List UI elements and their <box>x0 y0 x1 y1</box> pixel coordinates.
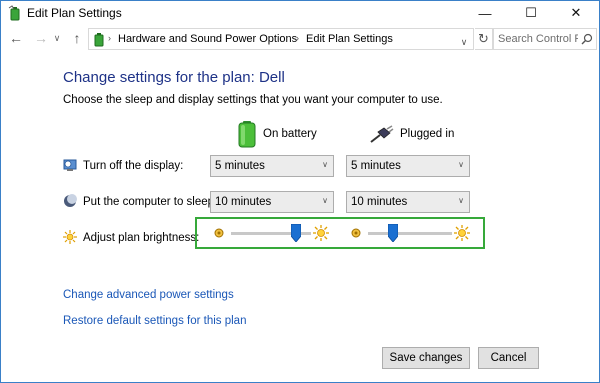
sleep-label: Put the computer to sleep: <box>83 196 218 208</box>
chevron-down-icon: ∨ <box>322 160 328 169</box>
title-bar: Edit Plan Settings — ☐ ✕ <box>1 1 599 25</box>
recent-locations-button[interactable]: ∨ <box>51 29 63 47</box>
page-description: Choose the sleep and display settings th… <box>63 94 443 106</box>
search-input[interactable]: Search Control P... <box>498 33 578 45</box>
back-button[interactable]: ← <box>7 29 25 47</box>
maximize-button[interactable]: ☐ <box>508 1 554 25</box>
forward-button[interactable]: → <box>32 29 50 47</box>
brightness-label: Adjust plan brightness: <box>83 232 200 244</box>
monitor-clock-icon <box>63 159 77 171</box>
restore-defaults-link[interactable]: Restore default settings for this plan <box>63 315 246 327</box>
slider-thumb[interactable] <box>290 224 301 242</box>
chevron-down-icon: ∨ <box>458 160 464 169</box>
breadcrumb-separator: › <box>296 33 299 43</box>
cancel-button[interactable]: Cancel <box>478 347 539 369</box>
battery-icon <box>238 121 256 148</box>
up-button[interactable]: ↑ <box>68 29 86 47</box>
address-dropdown-button[interactable]: ∨ <box>457 32 471 52</box>
display-battery-value: 5 minutes <box>215 160 265 172</box>
breadcrumb-hardware-and-sound[interactable]: Hardware and Sound <box>118 33 222 45</box>
search-icon[interactable] <box>581 33 593 45</box>
breadcrumb-edit-plan-settings[interactable]: Edit Plan Settings <box>306 33 393 45</box>
power-options-icon <box>8 5 20 21</box>
power-plug-icon <box>370 125 394 143</box>
display-plugged-select[interactable]: 5 minutes ∨ <box>346 155 470 177</box>
turn-off-display-label: Turn off the display: <box>83 160 184 172</box>
on-battery-header: On battery <box>237 119 317 149</box>
on-battery-label: On battery <box>263 128 317 140</box>
sleep-battery-select[interactable]: 10 minutes ∨ <box>210 191 334 213</box>
sleep-plugged-value: 10 minutes <box>351 196 408 208</box>
save-changes-button[interactable]: Save changes <box>382 347 470 369</box>
slider-track[interactable] <box>368 232 452 235</box>
address-bar[interactable]: › Hardware and Sound › Power Options › E… <box>88 28 474 50</box>
chevron-down-icon: ∨ <box>322 196 328 205</box>
brightness-plugged-slider[interactable] <box>350 224 472 243</box>
brightness-battery-slider[interactable] <box>213 224 329 243</box>
plugged-in-label: Plugged in <box>400 128 455 140</box>
bright-sun-icon <box>454 225 470 241</box>
display-plugged-value: 5 minutes <box>351 160 401 172</box>
advanced-power-settings-link[interactable]: Change advanced power settings <box>63 289 234 301</box>
close-button[interactable]: ✕ <box>553 1 599 25</box>
navigation-bar: ← → ∨ ↑ › Hardware and Sound › Power Opt… <box>1 25 599 53</box>
breadcrumb-separator: › <box>108 33 111 43</box>
brightness-highlight-box <box>195 217 485 249</box>
sleep-plugged-select[interactable]: 10 minutes ∨ <box>346 191 470 213</box>
window-title: Edit Plan Settings <box>27 6 122 20</box>
dim-sun-icon <box>351 228 361 238</box>
search-box[interactable]: Search Control P... <box>493 28 597 50</box>
page-title: Change settings for the plan: Dell <box>63 69 285 86</box>
breadcrumb-separator: › <box>215 33 218 43</box>
breadcrumb-power-options[interactable]: Power Options <box>225 33 297 45</box>
edit-plan-settings-window: Edit Plan Settings — ☐ ✕ ← → ∨ ↑ › Hardw… <box>0 0 600 383</box>
sleep-battery-value: 10 minutes <box>215 196 272 208</box>
power-options-icon <box>94 33 104 47</box>
dim-sun-icon <box>214 228 224 238</box>
minimize-button[interactable]: — <box>462 1 508 25</box>
bright-sun-icon <box>313 225 329 241</box>
refresh-button[interactable]: ↻ <box>475 28 493 50</box>
sun-icon <box>63 230 77 244</box>
moon-icon <box>64 194 77 207</box>
slider-thumb[interactable] <box>388 224 399 242</box>
chevron-down-icon: ∨ <box>458 196 464 205</box>
plugged-in-header: Plugged in <box>370 119 454 149</box>
display-battery-select[interactable]: 5 minutes ∨ <box>210 155 334 177</box>
